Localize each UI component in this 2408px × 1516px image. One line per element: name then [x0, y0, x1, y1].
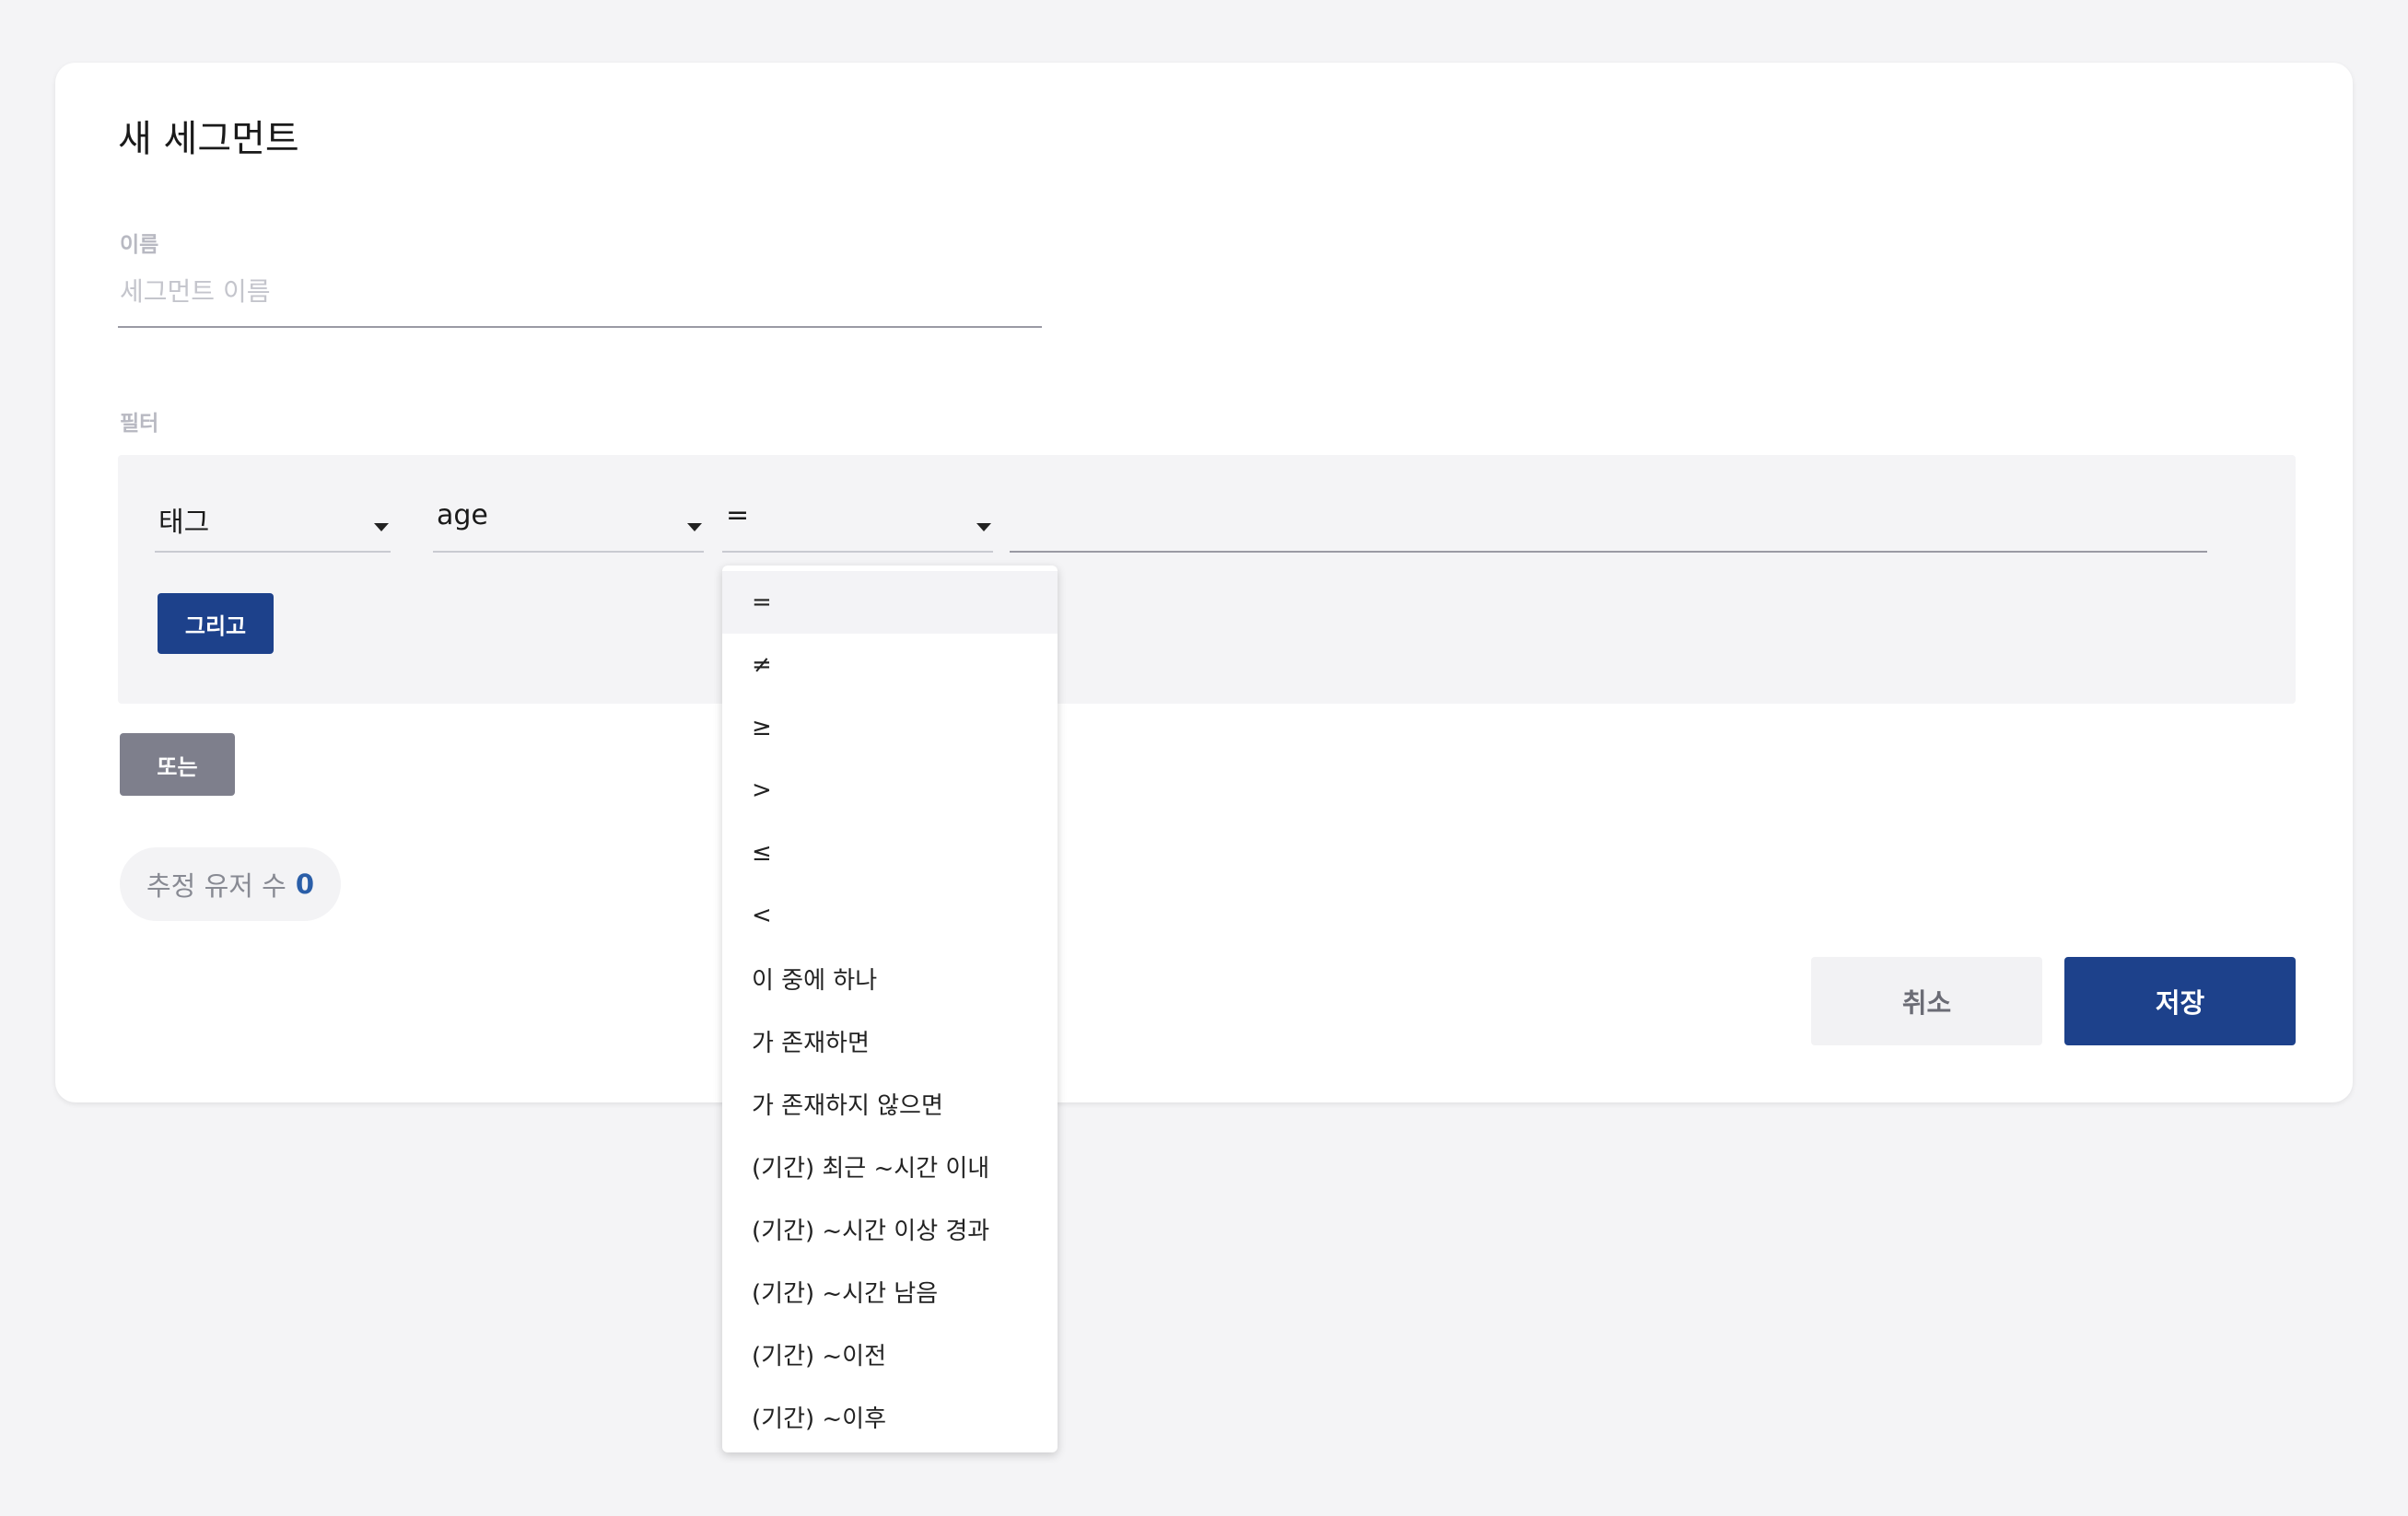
filter-label: 필터 — [120, 412, 159, 436]
operator-option-one-of[interactable]: 이 중에 하나 — [722, 947, 1058, 1009]
chevron-down-icon — [687, 523, 702, 531]
filter-operator-value: = — [726, 499, 750, 531]
filter-type-select[interactable]: 태그 — [155, 497, 391, 553]
or-button[interactable]: 또는 — [120, 733, 235, 796]
operator-option-after[interactable]: (기간) ~이후 — [722, 1385, 1058, 1448]
filter-key-select[interactable]: age — [433, 497, 704, 553]
estimated-users-count: 0 — [295, 869, 315, 900]
operator-option-lte[interactable]: ≤ — [722, 822, 1058, 884]
operator-option-within-recent-hours[interactable]: (기간) 최근 ~시간 이내 — [722, 1135, 1058, 1197]
chevron-down-icon — [976, 523, 991, 531]
save-button[interactable]: 저장 — [2064, 957, 2296, 1045]
operator-option-equal[interactable]: = — [722, 571, 1058, 634]
filter-type-value: 태그 — [158, 507, 210, 539]
operator-option-exists[interactable]: 가 존재하면 — [722, 1009, 1058, 1072]
name-field-label: 이름 — [120, 233, 159, 257]
estimated-users-label: 추정 유저 수 — [146, 870, 286, 902]
operator-option-gte[interactable]: ≥ — [722, 696, 1058, 759]
operator-option-hours-elapsed[interactable]: (기간) ~시간 이상 경과 — [722, 1197, 1058, 1260]
filter-operator-select[interactable]: = — [722, 497, 993, 553]
operator-dropdown-menu: = ≠ ≥ > ≤ < 이 중에 하나 가 존재하면 가 존재하지 않으면 (기… — [722, 566, 1058, 1452]
cancel-button[interactable]: 취소 — [1811, 957, 2042, 1045]
and-button[interactable]: 그리고 — [158, 593, 274, 654]
chevron-down-icon — [374, 523, 389, 531]
page-title: 새 세그먼트 — [118, 118, 299, 160]
operator-option-gt[interactable]: > — [722, 759, 1058, 822]
estimated-users-badge: 추정 유저 수 0 — [120, 847, 341, 921]
operator-option-hours-remaining[interactable]: (기간) ~시간 남음 — [722, 1260, 1058, 1323]
filter-group — [118, 455, 2296, 704]
operator-option-not-exists[interactable]: 가 존재하지 않으면 — [722, 1072, 1058, 1135]
operator-option-before[interactable]: (기간) ~이전 — [722, 1323, 1058, 1385]
operator-option-not-equal[interactable]: ≠ — [722, 634, 1058, 696]
operator-option-lt[interactable]: < — [722, 884, 1058, 947]
segment-name-input[interactable] — [118, 269, 1042, 328]
filter-value-input[interactable] — [1010, 496, 2207, 553]
filter-key-value: age — [437, 499, 488, 531]
